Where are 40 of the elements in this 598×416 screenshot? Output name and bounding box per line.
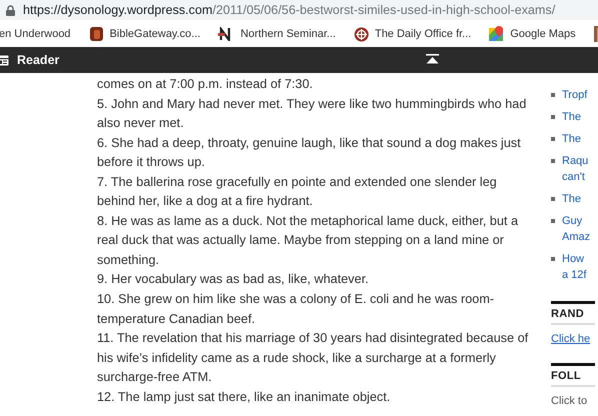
sidebar-link[interactable]: a 12f bbox=[562, 267, 586, 283]
article-paragraph: 10. She grew on him like she was a colony of E. coli and he was room-temperature Canadian beef. bbox=[97, 291, 496, 328]
bullet-icon bbox=[551, 159, 555, 163]
article-paragraph: 8. He was as lame as a duck. Not the metaphorical lame duck, either, but a real duck that was actually lame. Maybe from stepping on a land mine or something. bbox=[97, 212, 520, 269]
bullet-icon bbox=[551, 115, 555, 119]
sidebar-link[interactable]: The bbox=[562, 109, 581, 125]
sidebar-link[interactable]: can't bbox=[562, 169, 588, 185]
sidebar-link[interactable]: Raqu bbox=[562, 153, 588, 169]
article-paragraph: 11. The revelation that his marriage of 30 years had disintegrated because of his wife’s infidelity came as a rude shock, like a surcharge at a formerly surcharge-free ATM. bbox=[97, 330, 530, 386]
map-icon bbox=[489, 26, 504, 42]
widget-link[interactable]: Click he bbox=[551, 333, 590, 345]
article-paragraph: comes on at 7:00 p.m. instead of 7:30. bbox=[97, 76, 314, 93]
lock-icon bbox=[6, 4, 15, 16]
emblem-icon bbox=[354, 26, 369, 42]
bookmark[interactable]: Google Maps bbox=[510, 28, 576, 40]
article-paragraph: 6. She had a deep, throaty, genuine laugh, like that sound a dog makes just before it throws up. bbox=[97, 134, 522, 172]
article-paragraph: 7. The ballerina rose gracefully en pointe and extended one slender leg behind her, like a dog at a fire hydrant. bbox=[97, 174, 498, 210]
sidebar-link[interactable]: The bbox=[562, 131, 581, 147]
scroll-top-icon[interactable] bbox=[426, 54, 439, 64]
bookmark[interactable]: The Daily Office fr... bbox=[374, 28, 472, 40]
sidebar-link[interactable]: The bbox=[562, 191, 581, 207]
sidebar-link[interactable]: Tropf bbox=[562, 87, 588, 103]
bullet-icon bbox=[551, 197, 555, 201]
bullet-icon bbox=[551, 219, 555, 223]
article-paragraph: 5. John and Mary had never met. They were like two hummingbirds who had also never met. bbox=[97, 96, 528, 132]
article-paragraph: 12. The lamp just sat there, like an inanimate object. bbox=[97, 388, 392, 406]
bullet-icon bbox=[551, 137, 555, 141]
widget-heading: FOLL bbox=[551, 366, 595, 387]
sidebar-link[interactable]: Guy bbox=[562, 213, 590, 229]
sidebar-link[interactable]: How bbox=[562, 251, 586, 267]
widget-heading: RAND bbox=[551, 304, 595, 325]
reader-title[interactable]: Reader bbox=[17, 53, 60, 67]
bullet-icon bbox=[551, 257, 555, 261]
bullet-icon bbox=[551, 93, 555, 97]
article-paragraph: 9. Her vocabulary was as bad as, like, whatever. bbox=[97, 271, 370, 288]
bookmark[interactable]: Northern Seminar... bbox=[240, 28, 336, 40]
widget-text: Click to bbox=[551, 395, 588, 407]
book-icon bbox=[88, 26, 104, 42]
bookmark[interactable]: BibleGateway.co... bbox=[110, 28, 200, 40]
sidebar-link[interactable]: Amaz bbox=[562, 229, 590, 245]
